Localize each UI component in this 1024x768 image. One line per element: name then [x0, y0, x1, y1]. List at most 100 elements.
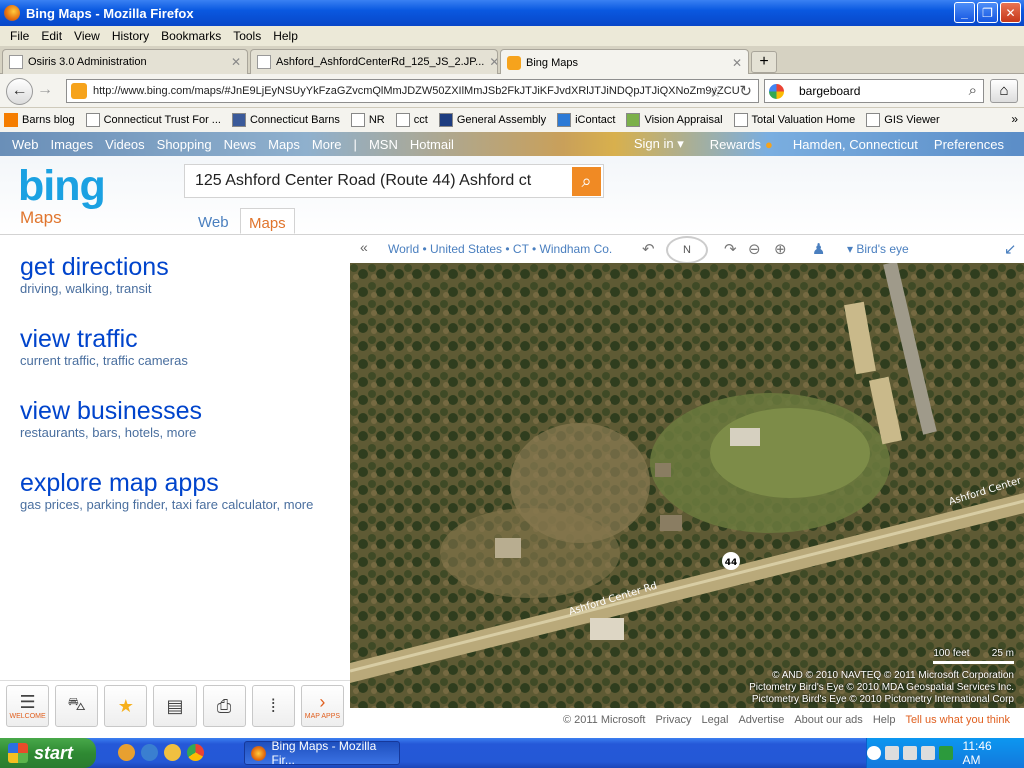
url-bar[interactable]: http://www.bing.com/maps/#JnE9LjEyNSUyYk…	[66, 79, 759, 103]
close-tab-icon[interactable]: ✕	[231, 55, 241, 69]
task-get-directions[interactable]: get directions driving, walking, transit	[20, 253, 169, 296]
nav-images[interactable]: Images	[51, 137, 94, 152]
tray-arrow-icon[interactable]	[867, 746, 881, 760]
bookmark-gis-viewer[interactable]: GIS Viewer	[866, 113, 940, 127]
search-go-button[interactable]: ⌕	[572, 167, 601, 196]
star-icon: ★	[117, 695, 134, 716]
nav-msn[interactable]: MSN	[369, 137, 398, 152]
google-icon[interactable]	[769, 84, 784, 99]
map-style-dropdown[interactable]: ▾ Bird's eye	[847, 242, 909, 256]
forward-button[interactable]: →	[34, 78, 56, 105]
clock[interactable]: 11:46 AM	[963, 739, 1012, 767]
nav-more[interactable]: More	[312, 137, 342, 152]
menu-help[interactable]: Help	[267, 29, 304, 43]
advertise-link[interactable]: Advertise	[738, 714, 784, 726]
legal-link[interactable]: Legal	[702, 714, 729, 726]
streetside-person-icon[interactable]: ♟	[812, 240, 825, 258]
taskbar-firefox-window[interactable]: Bing Maps - Mozilla Fir...	[244, 739, 400, 767]
bookmark-cct[interactable]: cct	[395, 113, 428, 127]
nav-hotmail[interactable]: Hotmail	[410, 137, 454, 152]
menu-edit[interactable]: Edit	[35, 29, 68, 43]
rewards-link[interactable]: Rewards	[710, 137, 761, 152]
nav-videos[interactable]: Videos	[105, 137, 145, 152]
search-icon[interactable]: ⌕	[969, 82, 977, 99]
share-button[interactable]: ▤	[153, 685, 197, 727]
help-link[interactable]: Help	[873, 714, 896, 726]
birds-eye-map[interactable]: 44 Ashford Center Rd Ashford Center 100 …	[350, 263, 1024, 708]
print-button[interactable]: ⎙	[202, 685, 246, 727]
map-apps-button[interactable]: › MAP APPS	[300, 685, 344, 727]
more-bookmarks-icon[interactable]: »	[1011, 112, 1018, 126]
new-tab-button[interactable]: +	[751, 51, 777, 73]
menu-history[interactable]: History	[106, 29, 155, 43]
tab-bing-maps[interactable]: Bing Maps ✕	[500, 49, 749, 75]
task-view-traffic[interactable]: view traffic current traffic, traffic ca…	[20, 325, 188, 368]
close-tab-icon[interactable]: ✕	[489, 55, 497, 69]
rotate-left-icon[interactable]: ↶	[642, 240, 655, 258]
traffic-button[interactable]: ⁞	[251, 685, 295, 727]
task-explore-map-apps[interactable]: explore map apps gas prices, parking fin…	[20, 469, 320, 512]
preferences-link[interactable]: Preferences	[934, 137, 1004, 152]
tray-mail-icon[interactable]	[884, 746, 899, 760]
restore-button[interactable]: ❐	[977, 2, 998, 23]
tab-ashford-image[interactable]: Ashford_AshfordCenterRd_125_JS_2.JP... ✕	[250, 49, 498, 74]
vision-icon	[626, 113, 641, 127]
welcome-button[interactable]: ☰ WELCOME	[6, 685, 50, 727]
task-view-businesses[interactable]: view businesses restaurants, bars, hotel…	[20, 397, 202, 440]
feedback-link[interactable]: Tell us what you think	[905, 714, 1010, 726]
bookmark-total-valuation[interactable]: Total Valuation Home	[733, 113, 855, 127]
bookmark-star-icon[interactable]: ☆	[709, 83, 722, 101]
zoom-out-icon[interactable]: ⊖	[748, 240, 761, 258]
bookmark-general-assembly[interactable]: General Assembly	[438, 113, 546, 127]
about-ads-link[interactable]: About our ads	[794, 714, 863, 726]
chrome-quicklaunch-icon[interactable]	[187, 744, 204, 761]
menu-view[interactable]: View	[68, 29, 106, 43]
tray-volume-icon[interactable]	[920, 746, 935, 760]
tray-network-icon[interactable]	[902, 746, 917, 760]
map-breadcrumb[interactable]: World • United States • CT • Windham Co.	[388, 242, 612, 256]
bookmark-ct-barns[interactable]: Connecticut Barns	[231, 113, 340, 127]
bookmark-icontact[interactable]: iContact	[557, 113, 615, 127]
url-text: http://www.bing.com/maps/#JnE9LjEyNSUyYk…	[93, 85, 740, 97]
bing-search-input[interactable]: 125 Ashford Center Road (Route 44) Ashfo…	[184, 164, 604, 198]
tab-maps[interactable]: Maps	[240, 208, 295, 234]
tab-osiris[interactable]: Osiris 3.0 Administration ✕	[2, 49, 248, 74]
expand-map-icon[interactable]: ↙	[1004, 240, 1017, 258]
app-quicklaunch-icon[interactable]	[164, 744, 181, 761]
favorites-button[interactable]: ★	[104, 685, 148, 727]
location-link[interactable]: Hamden, Connecticut	[793, 137, 918, 152]
search-bar[interactable]: bargeboard ⌕	[764, 79, 984, 103]
nav-shopping[interactable]: Shopping	[157, 137, 212, 152]
rotate-right-icon[interactable]: ↷	[724, 240, 737, 258]
menu-bookmarks[interactable]: Bookmarks	[155, 29, 227, 43]
nav-maps[interactable]: Maps	[268, 137, 300, 152]
privacy-link[interactable]: Privacy	[655, 714, 691, 726]
directions-button[interactable]: ⛍	[55, 685, 99, 727]
compass-icon[interactable]: N	[666, 236, 708, 264]
nav-news[interactable]: News	[224, 137, 257, 152]
firefox-quicklaunch-icon[interactable]	[118, 744, 135, 761]
bookmark-vision-appraisal[interactable]: Vision Appraisal	[626, 113, 723, 127]
windows-taskbar: start Bing Maps - Mozilla Fir... 11:46 A…	[0, 738, 1024, 768]
bing-logo[interactable]: bing	[18, 162, 106, 211]
bookmark-barns-blog[interactable]: Barns blog	[4, 113, 75, 127]
collapse-panel-icon[interactable]: «	[360, 239, 368, 255]
reload-icon[interactable]: ↻	[739, 82, 752, 100]
back-button[interactable]: ←	[6, 78, 33, 105]
windows-flag-icon	[8, 743, 28, 763]
menu-file[interactable]: File	[4, 29, 35, 43]
bookmark-nr[interactable]: NR	[350, 113, 385, 127]
start-button[interactable]: start	[0, 738, 96, 768]
ie-quicklaunch-icon[interactable]	[141, 744, 158, 761]
tray-app-icon[interactable]	[938, 746, 953, 760]
tab-web[interactable]: Web	[190, 208, 237, 234]
signin-link[interactable]: Sign in ▾	[634, 136, 684, 152]
nav-web[interactable]: Web	[12, 137, 39, 152]
home-button[interactable]: ⌂	[990, 79, 1018, 103]
zoom-in-icon[interactable]: ⊕	[774, 240, 787, 258]
close-button[interactable]: ✕	[1000, 2, 1021, 23]
close-tab-icon[interactable]: ✕	[732, 56, 742, 70]
minimize-button[interactable]: _	[954, 2, 975, 23]
menu-tools[interactable]: Tools	[227, 29, 267, 43]
bookmark-ct-trust[interactable]: Connecticut Trust For ...	[85, 113, 221, 127]
